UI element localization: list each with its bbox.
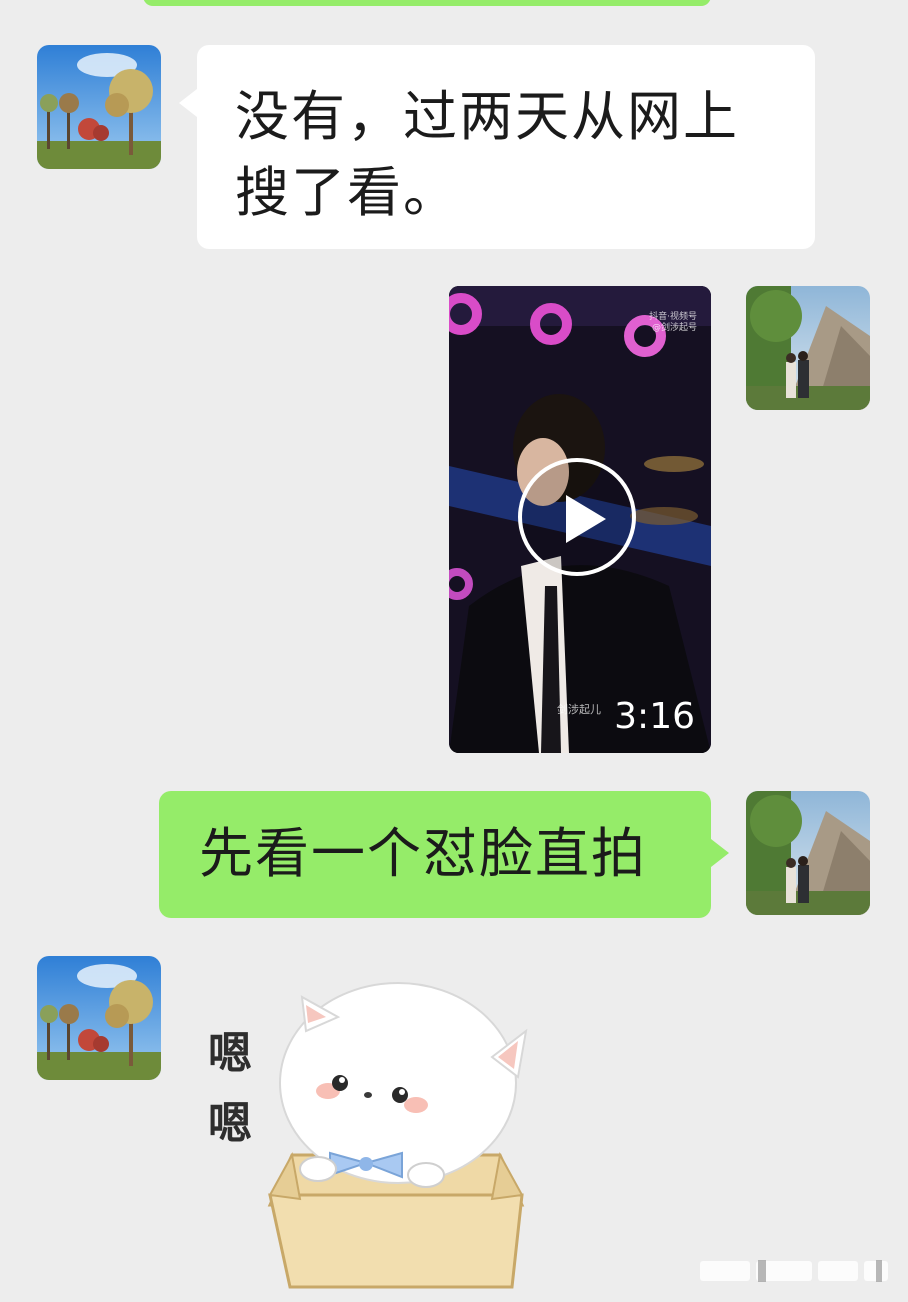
- message-bubble-received[interactable]: 没有，过两天从网上 搜了看。: [179, 45, 815, 249]
- message-text-line2: 搜了看。: [235, 161, 459, 224]
- video-duration: 3:16: [614, 696, 695, 737]
- play-icon[interactable]: [518, 458, 636, 576]
- bubble-tail: [179, 89, 197, 117]
- video-message[interactable]: 抖音·视频号 @剑涉起号 剑涉起儿 3:16: [449, 286, 711, 753]
- contact-avatar[interactable]: [37, 956, 161, 1080]
- contact-avatar[interactable]: [37, 45, 161, 169]
- cat-sticker-icon: [267, 982, 528, 1289]
- message-text-line1: 没有，过两天从网上: [235, 85, 739, 148]
- cat-in-box-sticker[interactable]: 嗯 嗯: [200, 965, 540, 1295]
- previous-message-bubble[interactable]: [143, 0, 711, 6]
- self-avatar[interactable]: [746, 286, 870, 410]
- video-watermark-top: 抖音·视频号 @剑涉起号: [649, 312, 697, 333]
- message-text: 先看一个怼脸直拍: [199, 822, 647, 885]
- bubble-tail: [711, 839, 729, 867]
- self-avatar[interactable]: [746, 791, 870, 915]
- video-watermark-bottom: 剑涉起儿: [557, 703, 601, 716]
- platform-watermark: [700, 1258, 890, 1284]
- message-bubble-sent[interactable]: 先看一个怼脸直拍: [159, 791, 729, 918]
